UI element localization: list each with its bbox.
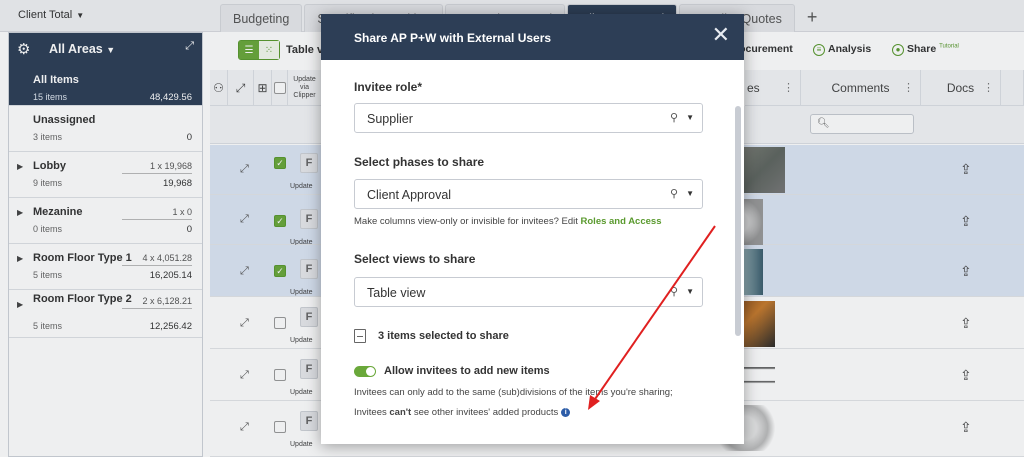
allow-hint-2-bold: can't [389, 407, 412, 418]
items-selected-text: 3 items selected to share [378, 329, 509, 342]
invitee-role-select[interactable]: Supplier ⚲ ▼ [354, 103, 703, 133]
chevron-down-icon: ▼ [686, 113, 694, 122]
modal-header: Share AP P+W with External Users ✕ [321, 14, 744, 60]
items-selected-row: 3 items selected to share [354, 329, 509, 343]
phases-hint-text: Make columns view-only or invisible for … [354, 216, 581, 227]
phases-select[interactable]: Client Approval ⚲ ▼ [354, 179, 703, 209]
modal-title: Share AP P+W with External Users [354, 31, 552, 45]
views-value: Table view [367, 286, 426, 300]
phases-label: Select phases to share [354, 155, 485, 169]
document-list-icon [354, 329, 366, 343]
search-icon: ⚲ [669, 112, 678, 124]
chevron-down-icon: ▼ [686, 189, 694, 198]
info-icon[interactable]: i [561, 407, 571, 417]
chevron-down-icon: ▼ [686, 287, 694, 296]
roles-and-access-link[interactable]: Roles and Access [581, 216, 662, 227]
modal-scrollbar[interactable] [735, 106, 741, 336]
invitee-role-label: Invitee role* [354, 80, 423, 94]
close-icon[interactable]: ✕ [712, 24, 730, 46]
allow-add-items-toggle[interactable] [354, 365, 376, 377]
search-icon: ⚲ [669, 188, 678, 200]
invitee-role-value: Supplier [367, 112, 413, 126]
views-label: Select views to share [354, 252, 476, 266]
share-modal: Share AP P+W with External Users ✕ Invit… [321, 14, 744, 444]
allow-add-items-label: Allow invitees to add new items [384, 365, 550, 377]
phases-hint: Make columns view-only or invisible for … [354, 216, 661, 227]
phases-value: Client Approval [367, 188, 452, 202]
search-icon: ⚲ [669, 286, 678, 298]
allow-hint-2-suffix: see other invitees' added products [411, 407, 559, 418]
allow-hint-1: Invitees can only add to the same (sub)d… [354, 387, 673, 398]
views-select[interactable]: Table view ⚲ ▼ [354, 277, 703, 307]
allow-add-items-row: Allow invitees to add new items [354, 365, 550, 377]
allow-hint-2: Invitees can't see other invitees' added… [354, 407, 571, 418]
allow-hint-2-prefix: Invitees [354, 407, 390, 418]
